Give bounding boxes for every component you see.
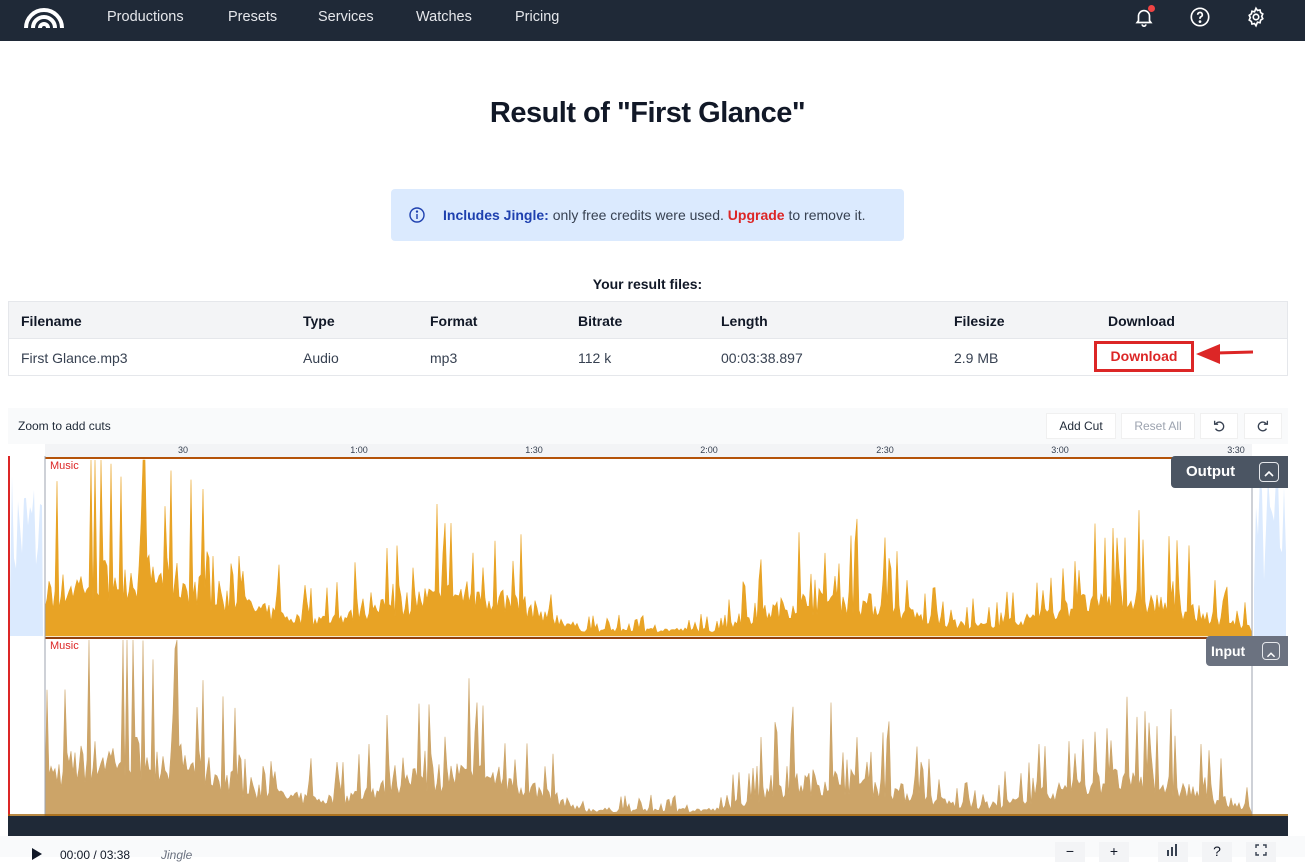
redo-icon[interactable] [1244,413,1282,439]
nav-productions[interactable]: Productions [107,0,184,35]
editor-scrollbar[interactable] [8,816,1288,836]
tick-label: 1:30 [525,445,543,455]
tick-label: 1:00 [350,445,368,455]
player-time: 00:00 / 03:38 [60,848,131,862]
cell-bitrate: 112 k [578,350,612,366]
waveform-canvas[interactable] [8,456,1288,816]
gear-icon[interactable] [1245,6,1267,28]
jingle-info-banner: Includes Jingle: only free credits were … [391,189,904,241]
input-waveform [44,639,1253,816]
tick-label: 3:00 [1051,445,1069,455]
top-nav: Productions Presets Services Watches Pri… [0,0,1305,41]
bell-icon[interactable] [1133,5,1155,28]
output-badge: Output [1171,456,1288,488]
fullscreen-icon[interactable] [1246,842,1276,862]
input-track-label: Music [50,640,79,652]
chevron-up-icon[interactable] [1259,462,1279,482]
cell-type: Audio [303,350,339,366]
input-badge: Input [1206,636,1288,666]
output-label: Output [1186,463,1236,480]
audio-editor: Zoom to add cuts Add Cut Reset All 30 1:… [8,408,1288,836]
cell-filename: First Glance.mp3 [21,350,128,366]
tick-label: 3:30 [1227,445,1245,455]
editor-toolbar: Zoom to add cuts Add Cut Reset All [8,408,1288,444]
output-track-label: Music [50,460,79,472]
info-suffix: to remove it. [784,207,866,223]
input-label: Input [1211,643,1246,659]
undo-icon[interactable] [1200,413,1238,439]
zoom-out-button[interactable]: − [1055,842,1085,862]
info-body: only free credits were used. [548,207,728,223]
col-filename: Filename [21,313,82,329]
result-files-table: Filename Type Format Bitrate Length File… [8,301,1288,376]
output-waveform [44,459,1253,637]
logo-icon[interactable] [24,6,64,28]
info-icon [409,207,425,223]
help-icon[interactable] [1189,6,1211,28]
col-format: Format [430,313,478,329]
nav-watches[interactable]: Watches [416,0,472,35]
ghost-waveform [10,476,43,636]
cell-length: 00:03:38.897 [721,350,803,366]
play-icon[interactable] [32,848,42,860]
player-track: Jingle [161,848,193,862]
zoom-hint: Zoom to add cuts [18,419,111,433]
upgrade-link[interactable]: Upgrade [728,207,785,223]
arrow-left-icon [1196,344,1254,364]
col-bitrate: Bitrate [578,313,623,329]
page-title: Result of "First Glance" [489,97,806,129]
col-filesize: Filesize [954,313,1005,329]
download-button[interactable]: Download [1094,341,1194,372]
notification-dot [1148,5,1155,12]
zoom-in-button[interactable]: + [1099,842,1129,862]
help-button[interactable]: ? [1202,842,1232,862]
table-row: First Glance.mp3 Audio mp3 112 k 00:03:3… [9,339,1287,376]
nav-pricing[interactable]: Pricing [515,0,559,35]
cell-format: mp3 [430,350,458,366]
audio-player: 00:00 / 03:38 Jingle − + ? [0,836,1305,862]
info-text: Includes Jingle: only free credits were … [443,207,866,223]
tick-label: 2:30 [876,445,894,455]
cell-filesize: 2.9 MB [954,350,999,366]
add-cut-button[interactable]: Add Cut [1046,413,1116,439]
col-length: Length [721,313,768,329]
chevron-up-icon[interactable] [1262,642,1280,660]
tick-label: 2:00 [700,445,718,455]
col-type: Type [303,313,335,329]
result-files-label: Your result files: [592,276,703,292]
levels-icon[interactable] [1158,842,1188,862]
nav-presets[interactable]: Presets [228,0,277,35]
waveform-area[interactable]: Music Music Output Input [8,456,1288,816]
reset-all-button[interactable]: Reset All [1121,413,1195,439]
nav-services[interactable]: Services [318,0,374,35]
info-strong: Includes Jingle: [443,207,549,223]
ghost-waveform [1254,475,1286,636]
col-download: Download [1108,313,1175,329]
table-header: Filename Type Format Bitrate Length File… [9,302,1287,339]
tick-label: 30 [177,445,189,455]
